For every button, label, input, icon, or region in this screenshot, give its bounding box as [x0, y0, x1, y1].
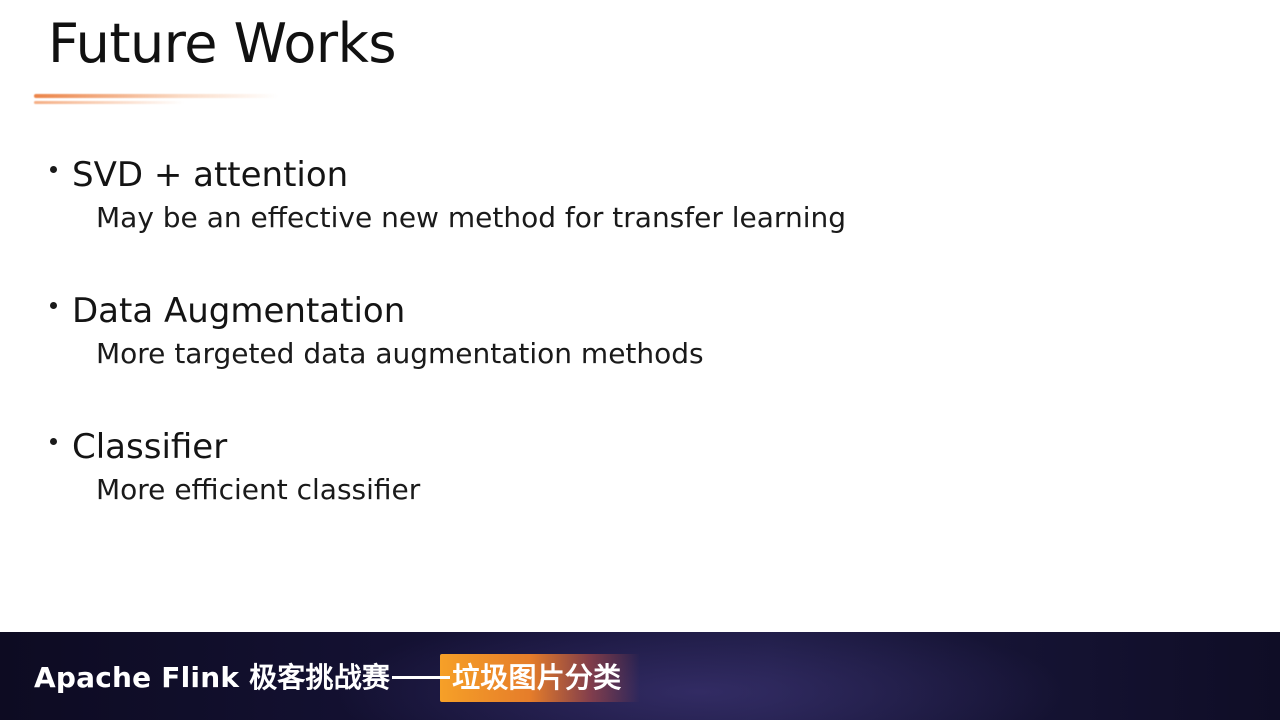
- footer-brand: Apache Flink 极客挑战赛: [34, 661, 391, 694]
- bullet-detail: More efficient classifier: [96, 473, 421, 506]
- bullet-heading: SVD + attention: [72, 155, 349, 195]
- bullet-detail: More targeted data augmentation methods: [96, 337, 704, 370]
- accent-stroke-upper: [34, 94, 278, 98]
- bullet-dot-icon: [50, 166, 57, 173]
- slide-title: Future Works: [48, 12, 397, 75]
- title-underline-accent: [34, 94, 278, 106]
- bullet-dot-icon: [50, 438, 57, 445]
- bullet-dot-icon: [50, 302, 57, 309]
- footer-subtitle: 垃圾图片分类: [452, 661, 622, 694]
- footer-dash: [392, 675, 451, 679]
- bullet-detail: May be an effective new method for trans…: [96, 201, 846, 234]
- accent-stroke-lower: [34, 101, 184, 104]
- bullet-heading: Data Augmentation: [72, 291, 406, 331]
- slide: Future Works SVD + attention May be an e…: [0, 0, 1280, 720]
- bullet-heading: Classifier: [72, 427, 228, 467]
- footer-banner: Apache Flink 极客挑战赛 垃圾图片分类: [0, 632, 1280, 720]
- footer-text: Apache Flink 极客挑战赛 垃圾图片分类: [34, 658, 621, 698]
